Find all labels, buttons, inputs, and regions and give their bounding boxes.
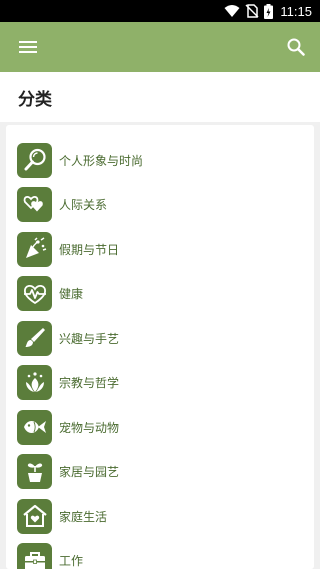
category-item[interactable]: 假期与节日 [6, 227, 314, 272]
category-label: 兴趣与手艺 [59, 331, 120, 346]
page-header: 分类 [0, 72, 320, 122]
search-button[interactable] [284, 35, 308, 59]
status-bar: 11:15 [0, 0, 320, 22]
category-item[interactable]: 宠物与动物 [6, 405, 314, 450]
page-title: 分类 [18, 89, 52, 110]
category-label: 人际关系 [59, 198, 108, 213]
no-sim-icon [245, 4, 259, 18]
search-icon [287, 38, 305, 56]
category-item[interactable]: 个人形象与时尚 [6, 138, 314, 183]
plant-pot-icon [17, 454, 52, 490]
briefcase-icon [17, 543, 52, 569]
fish-icon [17, 409, 52, 445]
menu-button[interactable] [16, 35, 40, 59]
category-item[interactable]: 健康 [6, 272, 314, 317]
menu-icon [19, 41, 37, 53]
category-label: 家庭生活 [59, 509, 108, 524]
heartbeat-icon [17, 276, 52, 312]
brush-icon [17, 320, 52, 356]
party-icon [17, 231, 52, 267]
wifi-icon [224, 5, 240, 17]
category-label: 宗教与哲学 [59, 376, 120, 391]
category-label: 家居与园艺 [59, 465, 120, 480]
category-item[interactable]: 兴趣与手艺 [6, 316, 314, 361]
category-item[interactable]: 工作 [6, 539, 314, 569]
battery-charging-icon [264, 3, 274, 19]
category-label: 假期与节日 [59, 242, 120, 257]
category-list-container: 个人形象与时尚 人际关系 假期与节日 健康 兴趣与手艺 宗教与哲学 宠物与动物 … [0, 122, 320, 569]
category-item[interactable]: 家居与园艺 [6, 450, 314, 495]
hearts-icon [17, 187, 52, 223]
lotus-icon [17, 365, 52, 401]
category-label: 个人形象与时尚 [59, 153, 144, 168]
category-label: 工作 [59, 554, 84, 569]
category-label: 健康 [59, 287, 84, 302]
app-bar [0, 22, 320, 72]
category-item[interactable]: 人际关系 [6, 183, 314, 228]
mirror-icon [17, 142, 52, 178]
category-item[interactable]: 宗教与哲学 [6, 361, 314, 406]
home-heart-icon [17, 498, 52, 534]
status-time: 11:15 [280, 3, 312, 19]
category-label: 宠物与动物 [59, 420, 120, 435]
category-list[interactable]: 个人形象与时尚 人际关系 假期与节日 健康 兴趣与手艺 宗教与哲学 宠物与动物 … [6, 125, 314, 569]
category-item[interactable]: 家庭生活 [6, 494, 314, 539]
